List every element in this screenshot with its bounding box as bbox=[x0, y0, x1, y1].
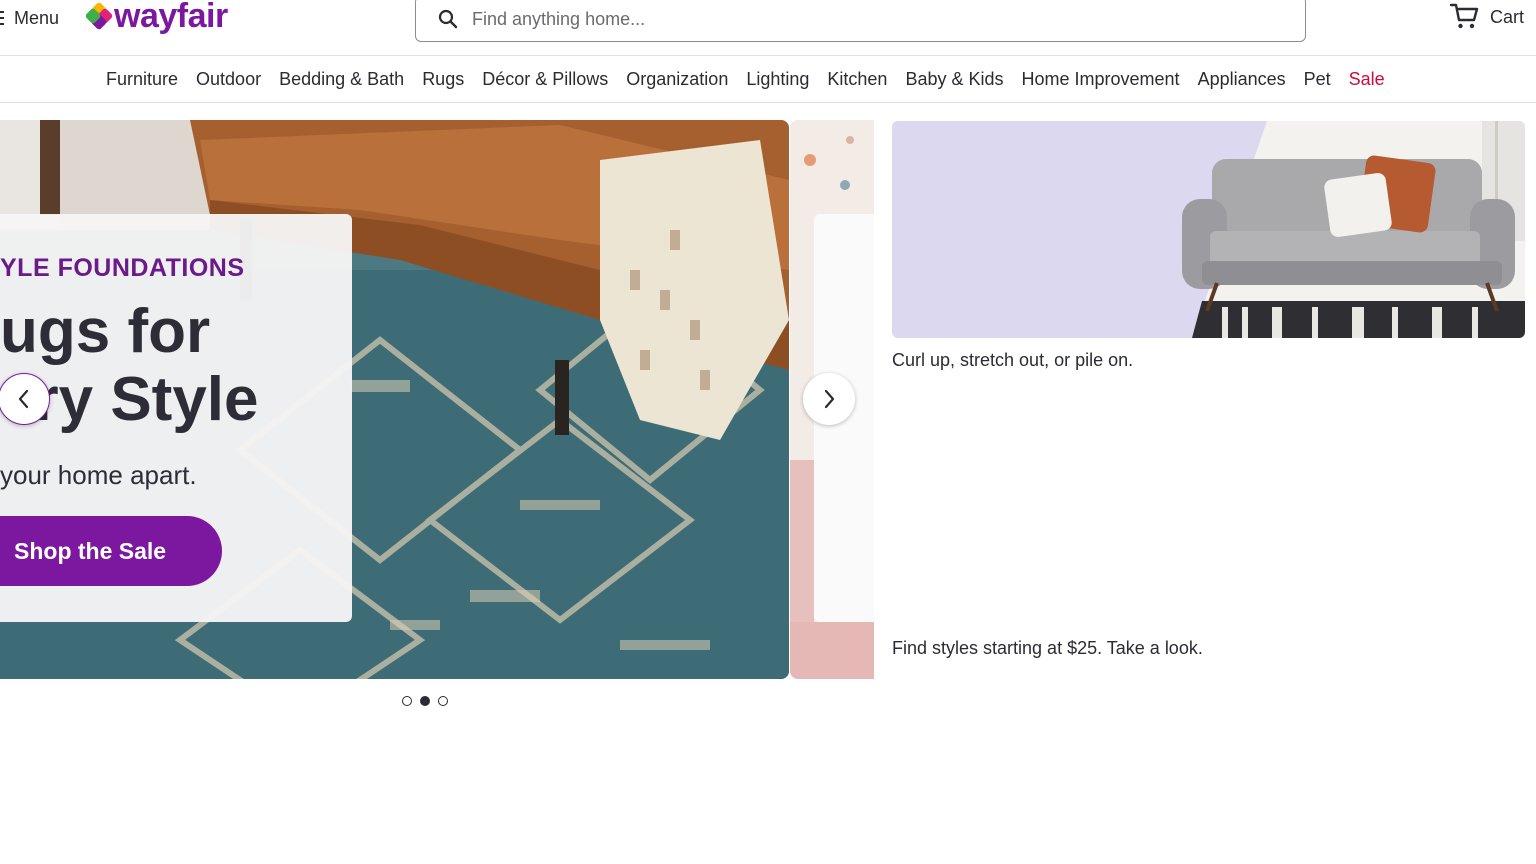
chevron-right-icon bbox=[824, 389, 835, 409]
slide-title-line-2: ery Style bbox=[0, 365, 259, 434]
shop-the-sale-button[interactable]: Shop the Sale bbox=[0, 516, 222, 586]
slide-eyebrow: YLE FOUNDATIONS bbox=[0, 254, 245, 282]
logo-wordmark: wayfair bbox=[114, 0, 228, 35]
carousel-prev-button[interactable] bbox=[0, 373, 50, 425]
hamburger-icon bbox=[0, 11, 6, 25]
carousel-slide-rugs[interactable]: YLE FOUNDATIONS ugs for ery Style your h… bbox=[0, 120, 789, 679]
nav-item-furniture[interactable]: Furniture bbox=[97, 69, 187, 90]
nav-item-outdoor[interactable]: Outdoor bbox=[187, 69, 270, 90]
nav-item-kitchen[interactable]: Kitchen bbox=[818, 69, 896, 90]
slide-subtitle: your home apart. bbox=[0, 460, 197, 490]
sofa-promo-banner[interactable] bbox=[892, 121, 1525, 338]
nav-item-pet[interactable]: Pet bbox=[1295, 69, 1340, 90]
hero-carousel: YLE FOUNDATIONS ugs for ery Style your h… bbox=[0, 120, 874, 680]
carousel-next-button[interactable] bbox=[803, 373, 855, 425]
sofa-promo-image bbox=[892, 121, 1525, 338]
slide-title-line-1: ugs for bbox=[0, 297, 211, 366]
menu-button[interactable]: Menu bbox=[0, 4, 59, 32]
nav-item-bedding-bath[interactable]: Bedding & Bath bbox=[270, 69, 413, 90]
nav-item-lighting[interactable]: Lighting bbox=[737, 69, 818, 90]
menu-label: Menu bbox=[14, 7, 60, 28]
nav-item-organization[interactable]: Organization bbox=[617, 69, 737, 90]
nav-item-sale[interactable]: Sale bbox=[1340, 69, 1394, 90]
cart-icon bbox=[1448, 0, 1480, 36]
nav-item-baby-kids[interactable]: Baby & Kids bbox=[896, 69, 1012, 90]
search-input[interactable] bbox=[472, 8, 1232, 30]
promo-caption: Curl up, stretch out, or pile on. bbox=[892, 350, 1134, 370]
promo-caption-secondary: Find styles starting at $25. Take a look… bbox=[892, 638, 1203, 658]
chevron-left-icon bbox=[18, 389, 29, 409]
nav-item-home-improvement[interactable]: Home Improvement bbox=[1013, 69, 1189, 90]
carousel-dot-1[interactable] bbox=[402, 696, 412, 706]
nav-item-decor-pillows[interactable]: Décor & Pillows bbox=[473, 69, 617, 90]
category-nav: Furniture Outdoor Bedding & Bath Rugs Dé… bbox=[0, 57, 1536, 103]
cart-label: Cart bbox=[1490, 6, 1525, 27]
carousel-pagination bbox=[402, 696, 448, 706]
search-icon bbox=[436, 7, 460, 31]
slide-title: ugs for ery Style bbox=[0, 298, 340, 434]
cart-button[interactable]: Cart bbox=[1448, 0, 1524, 34]
nav-item-rugs[interactable]: Rugs bbox=[413, 69, 473, 90]
carousel-dot-3[interactable] bbox=[438, 696, 448, 706]
nav-item-appliances[interactable]: Appliances bbox=[1189, 69, 1295, 90]
top-header: Menu wayfair Cart bbox=[0, 0, 1536, 56]
search-bar[interactable] bbox=[415, 0, 1306, 42]
wayfair-logo[interactable]: wayfair bbox=[84, 0, 228, 38]
carousel-dot-2[interactable] bbox=[420, 696, 430, 706]
logo-mark-icon bbox=[84, 1, 114, 31]
